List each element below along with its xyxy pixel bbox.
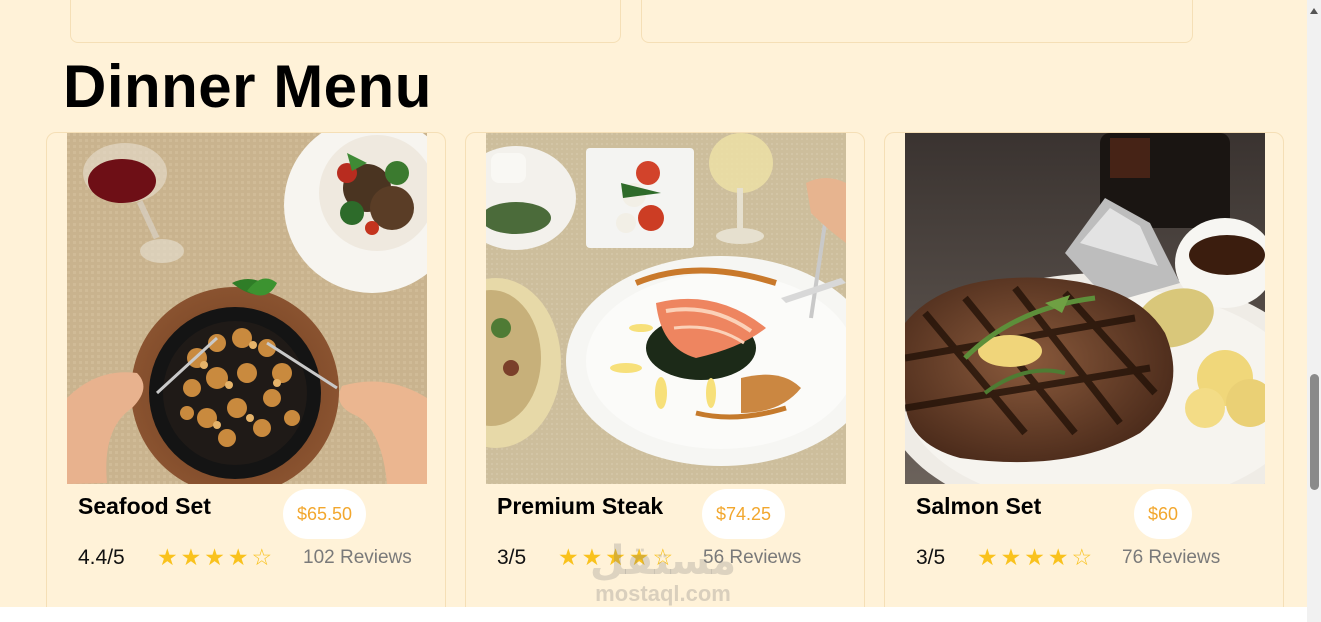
star-filled-icon: ★ bbox=[628, 544, 650, 570]
star-filled-icon: ★ bbox=[977, 544, 998, 570]
star-filled-icon: ★ bbox=[1024, 544, 1045, 570]
item-name: Salmon Set bbox=[916, 493, 1042, 519]
reviews-count[interactable]: 102 Reviews bbox=[303, 547, 412, 569]
vertical-scrollbar[interactable] bbox=[1307, 0, 1321, 622]
star-rating: ★ ★ ★ ★ ☆ bbox=[558, 544, 673, 570]
previous-card-bottom bbox=[641, 0, 1193, 43]
star-filled-icon: ★ bbox=[180, 544, 202, 570]
rating-score: 4.4/5 bbox=[78, 546, 125, 569]
grilled-steak-photo bbox=[905, 133, 1265, 484]
star-filled-icon: ★ bbox=[605, 544, 626, 570]
item-name: Premium Steak bbox=[497, 493, 664, 519]
price-badge: $74.25 bbox=[702, 489, 786, 539]
item-name: Seafood Set bbox=[78, 493, 211, 519]
star-filled-icon: ★ bbox=[581, 544, 603, 570]
star-rating: ★ ★ ★ ★ ☆ bbox=[977, 544, 1092, 570]
menu-card-salmon-set[interactable]: Salmon Set $60 3/5 ★ ★ ★ ★ ☆ 76 Reviews bbox=[884, 132, 1284, 607]
star-empty-icon: ☆ bbox=[1071, 544, 1093, 570]
star-empty-icon: ☆ bbox=[652, 544, 674, 570]
price-badge: $60 bbox=[1134, 489, 1193, 539]
rating-score: 3/5 bbox=[497, 546, 527, 569]
seafood-skillet-photo bbox=[67, 133, 427, 484]
star-rating: ★ ★ ★ ★ ☆ bbox=[157, 544, 272, 570]
price-badge: $65.50 bbox=[283, 489, 367, 539]
star-filled-icon: ★ bbox=[227, 544, 249, 570]
star-filled-icon: ★ bbox=[1000, 544, 1022, 570]
star-filled-icon: ★ bbox=[1047, 544, 1069, 570]
star-empty-icon: ☆ bbox=[251, 544, 273, 570]
salmon-plate-photo bbox=[486, 133, 846, 484]
menu-card-premium-steak[interactable]: Premium Steak $74.25 3/5 ★ ★ ★ ★ ☆ 56 Re… bbox=[465, 132, 865, 607]
reviews-count[interactable]: 76 Reviews bbox=[1122, 547, 1220, 569]
star-filled-icon: ★ bbox=[157, 544, 178, 570]
menu-card-seafood-set[interactable]: Seafood Set $65.50 4.4/5 ★ ★ ★ ★ ☆ 102 R… bbox=[46, 132, 446, 607]
section-title: Dinner Menu bbox=[63, 53, 432, 120]
previous-card-bottom bbox=[70, 0, 621, 43]
scrollbar-thumb[interactable] bbox=[1310, 374, 1319, 490]
reviews-count[interactable]: 56 Reviews bbox=[703, 547, 801, 569]
scroll-up-arrow-icon[interactable] bbox=[1310, 8, 1318, 14]
menu-page: Dinner Menu Seafood Set $65.50 4.4/5 ★ ★… bbox=[0, 0, 1307, 607]
star-filled-icon: ★ bbox=[558, 544, 579, 570]
star-filled-icon: ★ bbox=[204, 544, 225, 570]
rating-score: 3/5 bbox=[916, 546, 946, 569]
